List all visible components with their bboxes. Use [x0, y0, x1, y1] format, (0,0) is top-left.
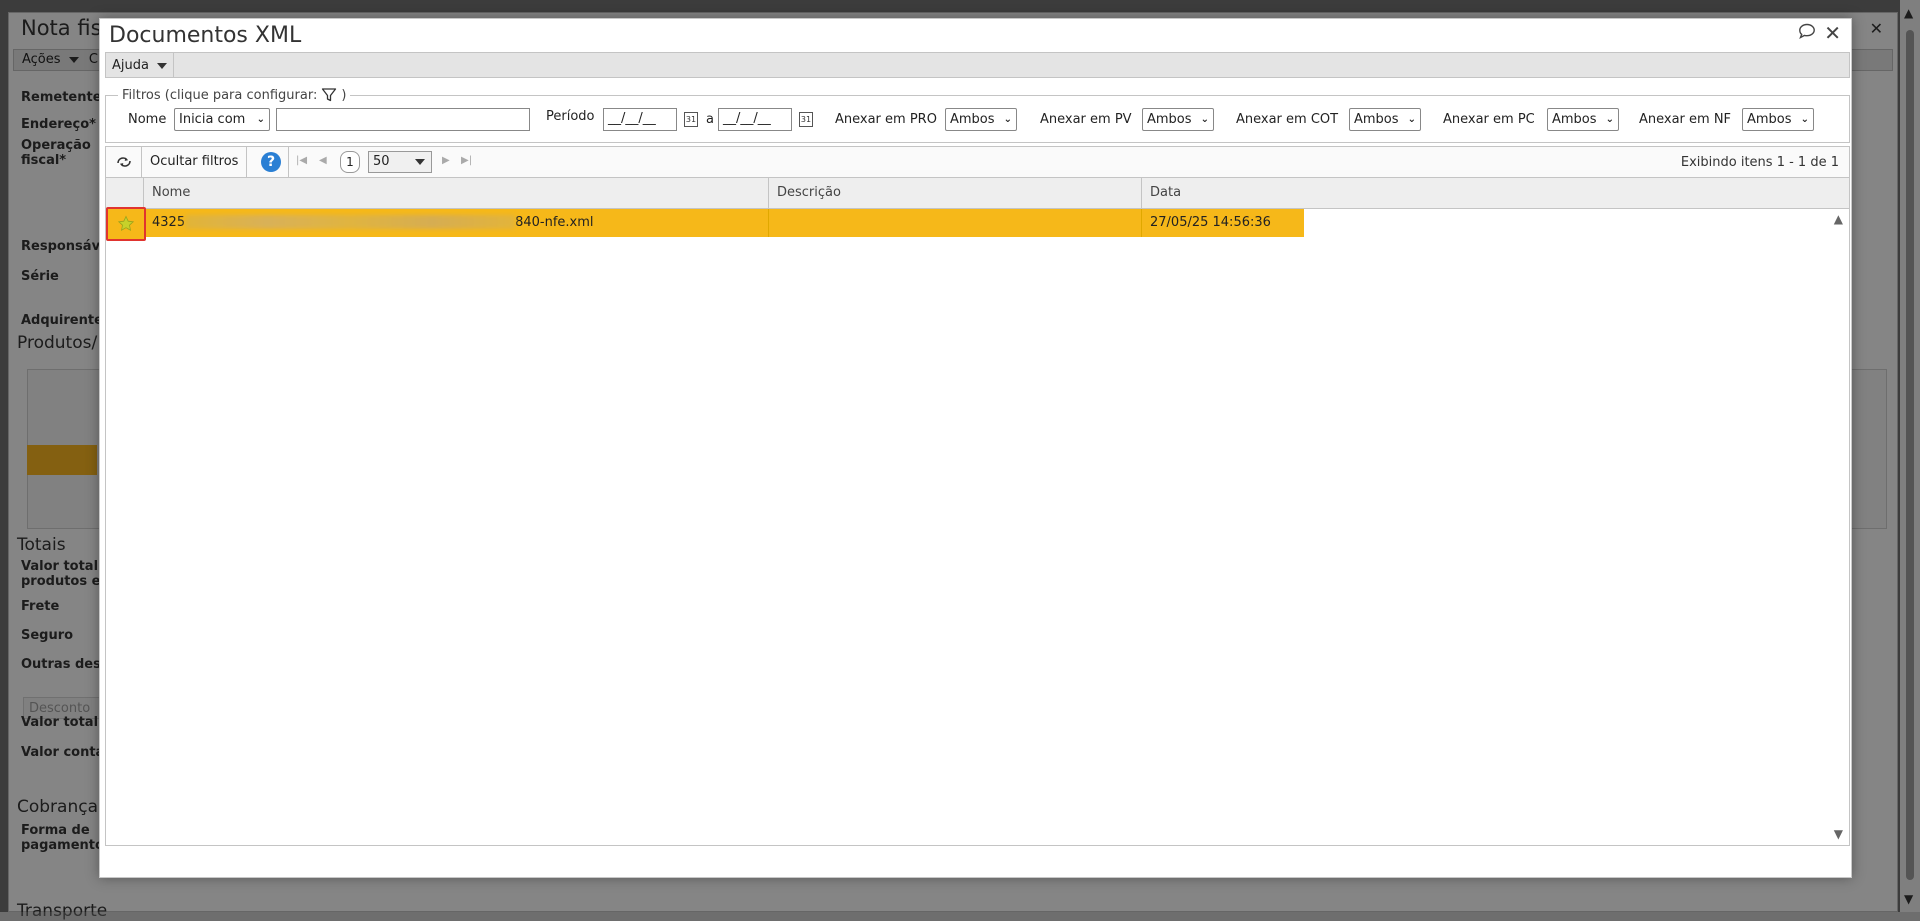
page-size-value: 50	[373, 154, 390, 169]
periodo-label: Período	[546, 109, 595, 124]
anexar-cot-label: Anexar em COT	[1236, 112, 1339, 127]
calendar-icon[interactable]: 31	[799, 112, 813, 127]
menu-bar: Ajuda	[105, 52, 1850, 78]
column-header-descricao[interactable]: Descrição	[768, 178, 1141, 208]
anexar-pc-select[interactable]: Ambos ⌄	[1547, 108, 1619, 131]
anexar-nf-label: Anexar em NF	[1639, 112, 1732, 127]
anexar-pc-value: Ambos	[1552, 112, 1597, 127]
nome-mode-select[interactable]: Inicia com ⌄	[174, 108, 270, 131]
calendar-icon[interactable]: 31	[684, 112, 698, 127]
row-cell-descricao	[768, 209, 1141, 237]
filters-legend-label: Filtros (clique para configurar:	[122, 87, 318, 103]
first-page-icon[interactable]: |◀	[296, 155, 307, 166]
nome-label: Nome	[128, 112, 167, 127]
help-icon[interactable]: ?	[261, 152, 281, 172]
dialog-title: Documentos XML	[109, 23, 302, 48]
chevron-down-icon	[157, 62, 168, 69]
next-page-icon[interactable]: ▶	[442, 155, 450, 166]
column-header-data[interactable]: Data	[1141, 178, 1831, 208]
chevron-down-icon: ⌄	[1200, 114, 1209, 125]
date-from-input[interactable]: __/__/__	[603, 108, 677, 131]
column-header-icon	[106, 178, 143, 208]
grid-toolbar: Ocultar filtros ? |◀ ◀ 1 50 ▶ ▶| Exibind…	[105, 146, 1850, 177]
page-size-select[interactable]: 50	[368, 151, 432, 173]
attach-star-icon	[117, 215, 135, 231]
anexar-nf-value: Ambos	[1747, 112, 1792, 127]
documentos-xml-dialog: Documentos XML ✕ Ajuda Filtros (clique p…	[99, 18, 1852, 878]
table-row[interactable]: 4325 840-nfe.xml 27/05/25 14:56:36	[106, 209, 1306, 237]
chevron-down-icon: ⌄	[1800, 114, 1809, 125]
ajuda-menu[interactable]: Ajuda	[106, 53, 175, 77]
column-header-nome[interactable]: Nome	[143, 178, 768, 208]
anexar-nf-select[interactable]: Ambos ⌄	[1742, 108, 1814, 131]
anexar-pv-value: Ambos	[1147, 112, 1192, 127]
filters-legend[interactable]: Filtros (clique para configurar: )	[118, 87, 351, 103]
chevron-down-icon	[415, 159, 425, 165]
refresh-button[interactable]	[106, 147, 142, 177]
close-icon[interactable]: ✕	[1824, 23, 1841, 43]
grid-status-text: Exibindo itens 1 - 1 de 1	[1680, 155, 1839, 170]
grid-header: Nome Descrição Data	[106, 178, 1849, 209]
anexar-cot-value: Ambos	[1354, 112, 1399, 127]
row-nome-suffix: 840-nfe.xml	[515, 215, 594, 230]
chevron-down-icon: ⌄	[1003, 114, 1012, 125]
date-separator: a	[706, 112, 714, 127]
refresh-icon	[116, 157, 131, 167]
row-cell-data: 27/05/25 14:56:36	[1141, 209, 1304, 237]
page-number-input[interactable]: 1	[340, 151, 360, 173]
funnel-icon[interactable]	[321, 87, 337, 103]
prev-page-icon[interactable]: ◀	[319, 155, 327, 166]
anexar-pv-label: Anexar em PV	[1040, 112, 1132, 127]
anexar-pv-select[interactable]: Ambos ⌄	[1142, 108, 1214, 131]
row-nome-prefix: 4325	[152, 215, 186, 230]
anexar-pc-label: Anexar em PC	[1443, 112, 1535, 127]
ajuda-menu-label: Ajuda	[112, 58, 149, 73]
anexar-pro-select[interactable]: Ambos ⌄	[945, 108, 1017, 131]
chevron-down-icon: ⌄	[1605, 114, 1614, 125]
last-page-icon[interactable]: ▶|	[461, 155, 472, 166]
scroll-up-icon[interactable]: ▲	[1834, 212, 1843, 226]
anexar-pro-label: Anexar em PRO	[835, 112, 937, 127]
date-to-input[interactable]: __/__/__	[718, 108, 792, 131]
filters-legend-end: )	[341, 87, 347, 103]
ocultar-filtros-button[interactable]: Ocultar filtros	[142, 147, 248, 177]
chat-bubble-icon[interactable]	[1798, 23, 1816, 43]
documents-grid: Nome Descrição Data 4325 840-nfe.xml 27/0…	[105, 177, 1850, 846]
scroll-down-icon[interactable]: ▼	[1834, 827, 1843, 841]
row-cell-nome: 4325 840-nfe.xml	[143, 209, 768, 237]
anexar-cot-select[interactable]: Ambos ⌄	[1349, 108, 1421, 131]
chevron-down-icon: ⌄	[1407, 114, 1416, 125]
nome-search-input[interactable]	[276, 108, 530, 131]
nome-mode-value: Inicia com	[179, 112, 246, 127]
attach-star-button[interactable]	[106, 207, 146, 241]
filters-panel: Filtros (clique para configurar: ) Nome …	[105, 87, 1850, 143]
anexar-pro-value: Ambos	[950, 112, 995, 127]
chevron-down-icon: ⌄	[256, 114, 265, 125]
toolbar-separator	[288, 147, 289, 177]
redacted-blur	[185, 214, 516, 229]
